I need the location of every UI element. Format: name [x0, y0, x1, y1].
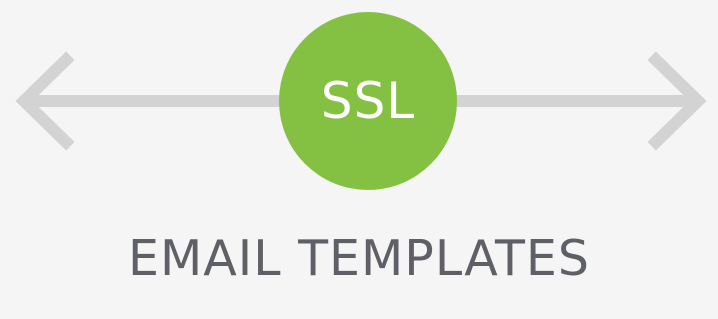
caption-title: EMAIL TEMPLATES [128, 230, 590, 287]
badge-label: SSL [320, 72, 416, 130]
illustration: SSL EMAIL TEMPLATES [0, 0, 718, 319]
ssl-badge: SSL [279, 12, 457, 190]
